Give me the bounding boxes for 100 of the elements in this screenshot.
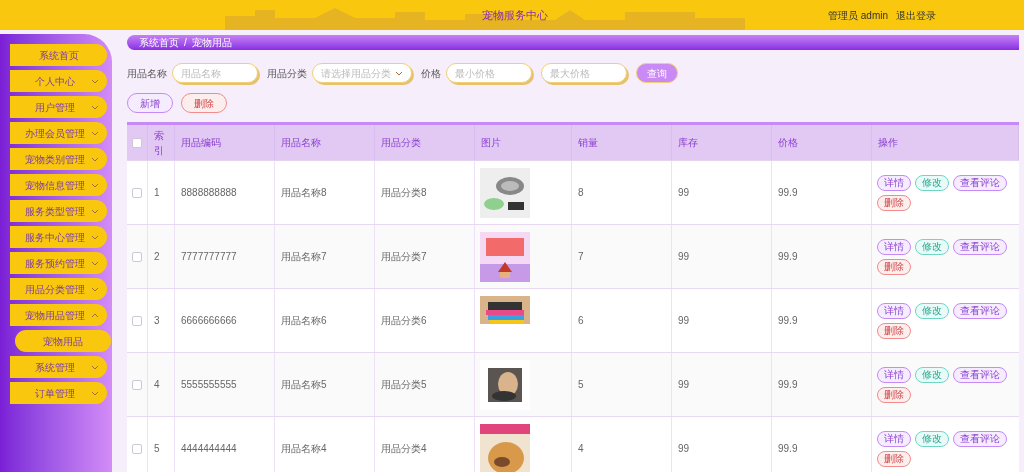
chevron-down-icon [91,260,99,266]
sidebar-item[interactable]: 系统首页 [10,44,107,66]
table-cell-text: 用品分类5 [381,378,427,392]
checkbox[interactable] [132,379,142,390]
chevron-down-icon [91,286,99,292]
edit-button[interactable]: 修改 [915,238,949,255]
table-cell-text: 用品名称7 [281,250,327,264]
comments-button[interactable]: 查看评论 [953,302,1007,319]
table-cell-text: 4 [578,442,584,456]
delete-button[interactable]: 删除 [181,93,227,113]
detail-button[interactable]: 详情 [877,174,911,191]
edit-button[interactable]: 修改 [915,430,949,447]
sidebar-item[interactable]: 办理会员管理 [10,122,107,144]
table-cell-text: 用品分类8 [381,186,427,200]
chevron-down-icon [91,156,99,162]
sidebar-item[interactable]: 服务类型管理 [10,200,107,222]
sidebar-item[interactable]: 宠物类别管理 [10,148,107,170]
app-title: 宠物服务中心 [482,8,548,23]
checkbox[interactable] [132,137,142,148]
comments-button[interactable]: 查看评论 [953,366,1007,383]
column-header: 用品编码 [181,136,221,150]
comments-button[interactable]: 查看评论 [953,238,1007,255]
chevron-down-icon [91,364,99,370]
table-cell-text: 99 [678,314,690,328]
table-cell-text: 99.9 [778,378,798,392]
table-cell-text: 用品名称4 [281,442,327,456]
table-cell-text: 用品分类7 [381,250,427,264]
table-cell-text: 用品分类4 [381,442,427,456]
detail-button[interactable]: 详情 [877,366,911,383]
sidebar-item[interactable]: 用品分类管理 [10,278,107,300]
sidebar-item[interactable]: 服务预约管理 [10,252,107,274]
table-cell-text: 7777777777 [181,250,237,264]
sidebar-item[interactable]: 个人中心 [10,70,107,92]
sidebar-item[interactable]: 宠物用品管理 [10,304,107,326]
table-cell-text: 3 [154,314,160,328]
table-cell-text: 99.9 [778,314,798,328]
breadcrumb-separator: / [184,36,187,50]
breadcrumb-link[interactable]: 宠物用品 [191,35,232,50]
table-cell-text: 6 [578,314,584,328]
filter-label: 用品名称 [127,66,167,81]
chevron-down-icon [91,182,99,188]
table-cell-text: 99 [678,250,690,264]
chevron-down-icon [91,208,99,214]
breadcrumb-link[interactable]: 系统首页 [139,35,179,50]
sidebar-subitem[interactable]: 宠物用品 [15,330,111,352]
table-cell-text: 99 [678,442,690,456]
table-cell-text: 4 [154,378,160,392]
table-cell-text: 用品名称6 [281,314,327,328]
chevron-down-icon [91,130,99,136]
table-cell-text: 用品名称8 [281,186,327,200]
user-label: 管理员 admin [828,8,888,23]
table-cell-text: 2 [154,250,160,264]
delete-button[interactable]: 删除 [877,450,911,467]
comments-button[interactable]: 查看评论 [953,174,1007,191]
chevron-down-icon [395,70,403,76]
filter-label: 价格 [421,66,441,81]
table-cell-text: 4444444444 [181,442,237,456]
sidebar-item[interactable]: 订单管理 [10,382,107,404]
text-field[interactable]: 最小价格 [446,63,532,83]
table-cell-text: 6666666666 [181,314,237,328]
delete-button[interactable]: 删除 [877,194,911,211]
table-cell-text: 99.9 [778,250,798,264]
table-cell-text: 8888888888 [181,186,237,200]
chevron-up-icon [91,312,99,318]
add-button[interactable]: 新增 [127,93,173,113]
edit-button[interactable]: 修改 [915,174,949,191]
table-cell-text: 99 [678,378,690,392]
checkbox[interactable] [132,187,142,198]
detail-button[interactable]: 详情 [877,430,911,447]
comments-button[interactable]: 查看评论 [953,430,1007,447]
checkbox[interactable] [132,251,142,262]
search-button[interactable]: 查询 [636,63,678,83]
chevron-down-icon [91,390,99,396]
text-field[interactable]: 最大价格 [541,63,627,83]
chevron-down-icon [91,104,99,110]
detail-button[interactable]: 详情 [877,302,911,319]
detail-button[interactable]: 详情 [877,238,911,255]
table-cell-text: 7 [578,250,584,264]
delete-button[interactable]: 删除 [877,258,911,275]
delete-button[interactable]: 删除 [877,386,911,403]
sidebar-item[interactable]: 用户管理 [10,96,107,118]
column-header: 销量 [578,136,598,150]
delete-button[interactable]: 删除 [877,322,911,339]
checkbox[interactable] [132,443,142,454]
table-cell-text: 8 [578,186,584,200]
checkbox[interactable] [132,315,142,326]
edit-button[interactable]: 修改 [915,366,949,383]
filter-label: 用品分类 [267,66,307,81]
column-header: 操作 [878,136,898,150]
column-header: 用品分类 [381,136,421,150]
column-header: 库存 [678,136,698,150]
table-cell-text: 1 [154,186,160,200]
sidebar-item[interactable]: 服务中心管理 [10,226,107,248]
column-header: 用品名称 [281,136,321,150]
table-cell-text: 99.9 [778,442,798,456]
sidebar-item[interactable]: 宠物信息管理 [10,174,107,196]
logout-link[interactable]: 退出登录 [896,7,936,23]
chevron-down-icon [91,78,99,84]
edit-button[interactable]: 修改 [915,302,949,319]
sidebar-item[interactable]: 系统管理 [10,356,107,378]
